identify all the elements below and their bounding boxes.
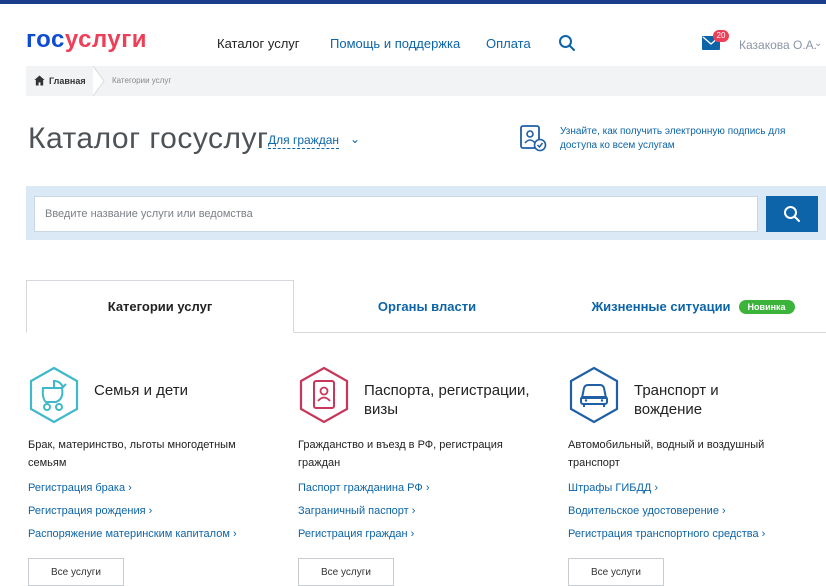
service-link[interactable]: Водительское удостоверение › bbox=[568, 505, 726, 517]
car-icon[interactable] bbox=[568, 366, 620, 424]
user-menu-name[interactable]: Казакова О.А. bbox=[739, 38, 817, 52]
category-description: Брак, материнство, льготы многодетным се… bbox=[28, 439, 236, 469]
logo-part-gos: гос bbox=[26, 26, 65, 53]
search-icon bbox=[784, 206, 800, 222]
gosuslugi-logo[interactable]: госуслуги bbox=[26, 26, 147, 54]
passport-icon[interactable] bbox=[298, 366, 350, 424]
service-link[interactable]: Регистрация граждан › bbox=[298, 528, 414, 540]
chevron-down-icon[interactable]: ⌄ bbox=[814, 38, 822, 49]
service-link[interactable]: Регистрация транспортного средства › bbox=[568, 528, 765, 540]
search-band bbox=[26, 186, 826, 240]
tab-label: Категории услуг bbox=[107, 299, 213, 314]
tab-life-situations[interactable]: Жизненные ситуации Новинка bbox=[560, 280, 826, 333]
service-link[interactable]: Заграничный паспорт › bbox=[298, 505, 415, 517]
chevron-down-icon[interactable]: ⌄ bbox=[350, 132, 360, 146]
tab-authorities[interactable]: Органы власти bbox=[294, 280, 560, 333]
service-link-label: Паспорт гражданина РФ bbox=[298, 482, 423, 494]
signature-info-link[interactable]: Узнайте, как получить электронную подпис… bbox=[560, 125, 800, 153]
all-services-button[interactable]: Все услуги bbox=[298, 558, 394, 586]
service-search-input[interactable] bbox=[34, 196, 758, 232]
search-button[interactable] bbox=[766, 196, 818, 232]
service-link-label: Заграничный паспорт bbox=[298, 505, 409, 517]
catalog-tabs: Категории услуг Органы власти Жизненные … bbox=[26, 280, 826, 334]
logo-part-uslugi: услуги bbox=[64, 26, 147, 53]
tab-label: Жизненные ситуации bbox=[591, 299, 731, 314]
service-link[interactable]: Регистрация рождения › bbox=[28, 505, 152, 517]
audience-selector[interactable]: Для граждан bbox=[268, 133, 340, 149]
service-link-label: Регистрация граждан bbox=[298, 528, 408, 540]
page-title: Каталог госуслуг bbox=[28, 122, 269, 155]
baby-carriage-icon[interactable] bbox=[28, 366, 80, 424]
service-link[interactable]: Штрафы ГИБДД › bbox=[568, 482, 658, 494]
tab-label: Органы власти bbox=[377, 299, 477, 314]
category-title[interactable]: Транспорт и вождение bbox=[634, 381, 774, 419]
breadcrumb-separator bbox=[92, 66, 105, 96]
breadcrumb: Главная Категории услуг bbox=[26, 66, 826, 96]
breadcrumb-current: Категории услуг bbox=[112, 76, 172, 85]
tab-categories[interactable]: Категории услуг bbox=[26, 280, 294, 333]
service-link-label: Водительское удостоверение bbox=[568, 505, 719, 517]
search-icon[interactable] bbox=[558, 34, 576, 52]
home-icon bbox=[34, 75, 45, 86]
service-link[interactable]: Регистрация брака › bbox=[28, 482, 132, 494]
service-link-label: Регистрация брака bbox=[28, 482, 126, 494]
nav-catalog[interactable]: Каталог услуг bbox=[217, 36, 300, 51]
service-link[interactable]: Паспорт гражданина РФ › bbox=[298, 482, 430, 494]
nav-payment[interactable]: Оплата bbox=[486, 36, 531, 51]
all-services-button[interactable]: Все услуги bbox=[28, 558, 124, 586]
service-link-label: Штрафы ГИБДД bbox=[568, 482, 652, 494]
service-link-label: Распоряжение материнским капиталом bbox=[28, 528, 230, 540]
new-badge: Новинка bbox=[738, 299, 795, 314]
category-title[interactable]: Семья и дети bbox=[94, 381, 188, 400]
all-services-button[interactable]: Все услуги bbox=[568, 558, 664, 586]
category-description: Автомобильный, водный и воздушный трансп… bbox=[568, 439, 765, 469]
site-header: госуслуги Каталог услуг Помощь и поддерж… bbox=[0, 4, 826, 66]
electronic-signature-icon[interactable] bbox=[519, 124, 547, 152]
breadcrumb-home[interactable]: Главная bbox=[49, 76, 86, 86]
service-link[interactable]: Распоряжение материнским капиталом › bbox=[28, 528, 237, 540]
service-link-label: Регистрация транспортного средства bbox=[568, 528, 759, 540]
notification-badge: 20 bbox=[713, 30, 729, 42]
category-description: Гражданство и въезд в РФ, регистрация гр… bbox=[298, 439, 503, 469]
category-title[interactable]: Паспорта, регистрации, визы bbox=[364, 381, 546, 419]
service-link-label: Регистрация рождения bbox=[28, 505, 146, 517]
nav-help[interactable]: Помощь и поддержка bbox=[330, 36, 460, 51]
